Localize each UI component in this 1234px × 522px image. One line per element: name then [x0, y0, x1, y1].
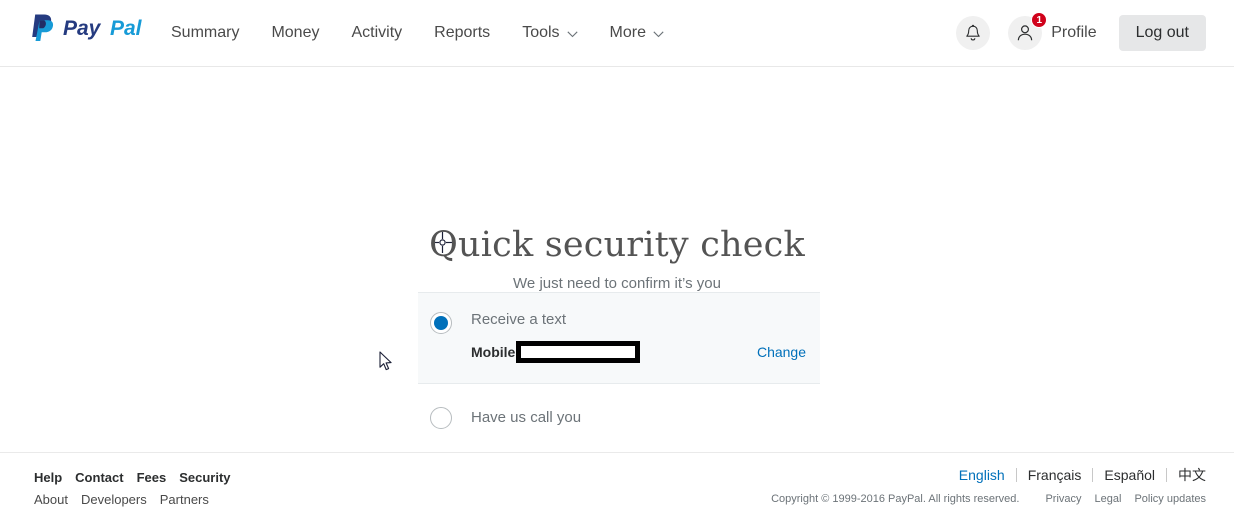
nav-label-summary: Summary: [171, 24, 240, 41]
mouse-cursor-icon: [379, 351, 392, 371]
footer-link-partners[interactable]: Partners: [160, 492, 209, 507]
legal-link-legal[interactable]: Legal: [1095, 493, 1122, 505]
page-subtitle: We just need to confirm it’s you: [513, 275, 721, 292]
radio-have-us-call-you[interactable]: [430, 407, 452, 429]
nav-item-more[interactable]: More: [594, 0, 680, 66]
legal-link-privacy[interactable]: Privacy: [1045, 493, 1081, 505]
language-francais[interactable]: Français: [1017, 467, 1093, 483]
footer-link-about[interactable]: About: [34, 492, 68, 507]
nav-item-tools[interactable]: Tools: [506, 0, 593, 66]
option-label-receive-a-text: Receive a text: [471, 311, 567, 328]
main-content: Quick security check We just need to con…: [0, 67, 1234, 452]
footer-links-secondary: About Developers Partners: [34, 492, 231, 507]
footer-link-fees[interactable]: Fees: [137, 470, 167, 485]
logout-button[interactable]: Log out: [1118, 15, 1206, 51]
footer-link-security[interactable]: Security: [179, 470, 230, 485]
nav-label-tools: Tools: [522, 24, 560, 41]
language-english[interactable]: English: [948, 467, 1016, 483]
mobile-label: Mobile: [471, 344, 516, 360]
copyright-text: Copyright © 1999-2016 PayPal. All rights…: [771, 493, 1020, 505]
nav-item-summary[interactable]: Summary: [155, 0, 255, 66]
nav-item-reports[interactable]: Reports: [418, 0, 506, 66]
radio-receive-a-text[interactable]: [430, 312, 452, 334]
redacted-phone-number: [516, 341, 641, 363]
header-actions: 1 Profile Log out: [956, 0, 1206, 66]
language-selector: English Français Español 中文: [771, 465, 1206, 485]
footer-link-developers[interactable]: Developers: [81, 492, 147, 507]
legal-link-policy-updates[interactable]: Policy updates: [1134, 493, 1206, 505]
paypal-logo[interactable]: Pay Pal: [30, 12, 159, 44]
legal-row: Copyright © 1999-2016 PayPal. All rights…: [771, 493, 1206, 505]
mobile-detail-row: Mobile Change: [471, 341, 806, 363]
chevron-down-icon: [566, 30, 578, 37]
chevron-down-icon: [653, 30, 664, 37]
language-chinese[interactable]: 中文: [1167, 465, 1206, 485]
nav-item-activity[interactable]: Activity: [335, 0, 418, 66]
profile-button[interactable]: 1 Profile: [1008, 12, 1097, 50]
footer-links-primary: Help Contact Fees Security: [34, 470, 231, 485]
paypal-logo-mark: [32, 14, 54, 41]
nav-label-reports: Reports: [434, 24, 491, 41]
footer-meta: English Français Español 中文 Copyright © …: [771, 465, 1206, 505]
bell-icon: [966, 24, 980, 40]
change-mobile-link[interactable]: Change: [757, 344, 806, 360]
verification-options: Receive a text Mobile Change Have us cal…: [418, 292, 820, 429]
language-espanol[interactable]: Español: [1093, 467, 1166, 483]
option-have-us-call-you[interactable]: Have us call you: [418, 384, 820, 429]
nav-label-money: Money: [271, 24, 320, 41]
avatar: 1: [1008, 12, 1048, 50]
notification-badge: 1: [1031, 12, 1048, 28]
option-label-have-us-call-you: Have us call you: [471, 408, 582, 426]
notifications-button[interactable]: [956, 16, 991, 50]
footer-link-contact[interactable]: Contact: [75, 470, 123, 485]
nav-label-more: More: [609, 24, 646, 41]
option-receive-a-text[interactable]: Receive a text Mobile Change: [418, 292, 820, 384]
nav-label-activity: Activity: [351, 24, 403, 41]
logo-text-pal: Pal: [110, 17, 143, 40]
site-footer: Help Contact Fees Security About Develop…: [0, 452, 1234, 522]
page-title: Quick security check: [429, 225, 805, 266]
logo-text-pay: Pay: [63, 17, 102, 40]
footer-link-help[interactable]: Help: [34, 470, 62, 485]
profile-label: Profile: [1051, 24, 1097, 41]
user-avatar-icon: [1018, 25, 1033, 41]
site-header: Pay Pal Summary Money Activity Reports T…: [0, 0, 1234, 67]
nav-item-money[interactable]: Money: [255, 0, 335, 66]
footer-links: Help Contact Fees Security About Develop…: [34, 470, 231, 507]
paypal-wordmark: Pay Pal: [63, 17, 143, 40]
primary-nav: Summary Money Activity Reports Tools Mor…: [155, 0, 680, 66]
